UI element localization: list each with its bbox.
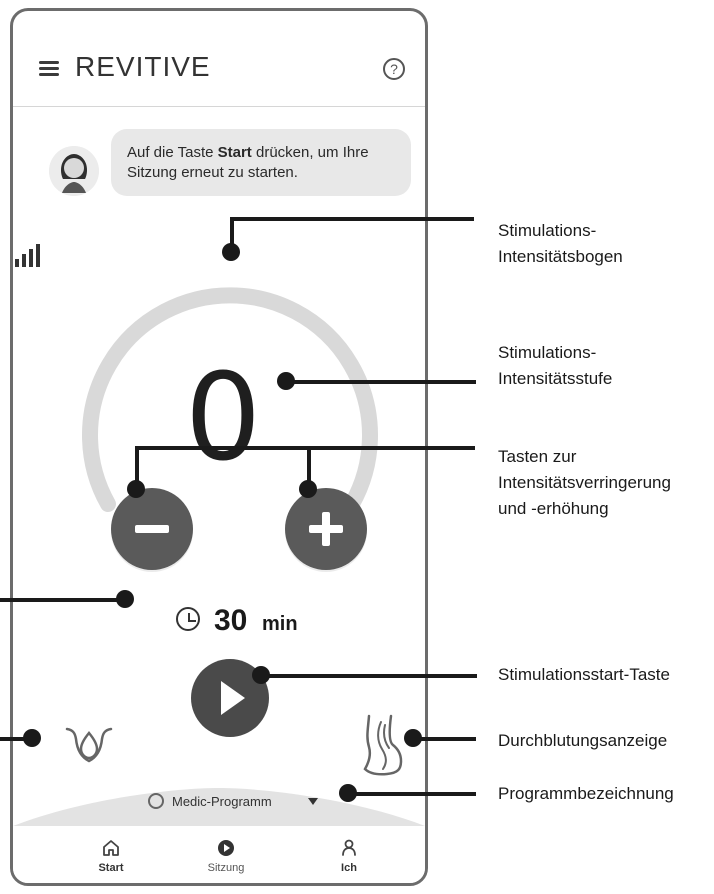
nav-me-label: Ich [341,862,357,874]
menu-icon[interactable] [39,61,59,77]
program-annotation-line [348,792,476,796]
nav-session[interactable]: Sitzung [186,838,266,878]
message-prefix: Auf die Taste [127,144,214,161]
buttons-callout: Tasten zur Intensitätsverringerung und -… [498,447,671,518]
app-title: REVITIVE [75,51,211,82]
help-icon[interactable]: ? [383,58,405,80]
timer-unit: min [262,613,298,635]
signal-icon [15,244,40,267]
nav-start[interactable]: Start [71,838,151,878]
message-bubble: Auf die Taste Start drücken, um Ihre Sit… [111,129,411,196]
increase-intensity-button[interactable] [285,488,367,570]
gear-icon [148,793,164,809]
nav-start-label: Start [98,862,124,874]
circulation-callout: Durchblutungsanzeige [498,731,668,750]
arc-annotation-dot [222,243,240,261]
program-selector[interactable]: Medic-Programm [148,793,338,813]
clock-icon [176,607,200,631]
decrease-button-annotation-dot [127,480,145,498]
arc-callout: Stimulations- Intensitätsbogen [498,221,623,266]
start-callout: Stimulationsstart-Taste [498,665,670,684]
level-callout: Stimulations- Intensitätsstufe [498,343,613,388]
avatar-icon [49,146,99,196]
program-name: Medic-Programm [172,794,272,809]
program-callout: Programmbezeichnung [498,784,674,803]
avatar-graphic [49,146,99,196]
circulation-annotation-line [414,737,476,741]
nav-me[interactable]: Ich [309,838,389,878]
chevron-down-icon [308,798,318,805]
timer-annotation-dot [116,590,134,608]
level-annotation-line [294,380,476,384]
increase-button-annotation-dot [299,480,317,498]
top-bar: REVITIVE ? [13,11,425,107]
buttons-annotation-line-horizontal [135,446,475,450]
minus-icon [135,525,169,533]
message-highlight: Start [217,144,252,161]
program-annotation-dot [339,784,357,802]
session-timer: 30 min [176,603,346,637]
level-annotation-dot [277,372,295,390]
left-device-annotation-dot [23,729,41,747]
person-icon [342,839,356,856]
home-icon [103,840,119,856]
intensity-level: 0 [184,349,262,488]
arc-annotation-line-horizontal [230,217,474,221]
leg-circulation-icon[interactable] [351,711,409,781]
assistant-message: Auf die Taste Start drücken, um Ihre Sit… [35,129,415,211]
plus-icon-vertical [322,512,330,546]
circulation-annotation-dot [404,729,422,747]
decrease-intensity-button[interactable] [111,488,193,570]
start-annotation-line [267,674,477,678]
timer-value: 30 [214,604,248,637]
nav-session-label: Sitzung [207,862,245,874]
start-annotation-dot [252,666,270,684]
bottom-navigation: Start Sitzung Ich [13,826,425,883]
timer-annotation-line [0,598,122,602]
play-circle-icon [218,840,234,856]
play-icon [221,681,245,715]
help-glyph: ? [390,61,398,77]
water-drop-icon[interactable] [61,721,117,771]
